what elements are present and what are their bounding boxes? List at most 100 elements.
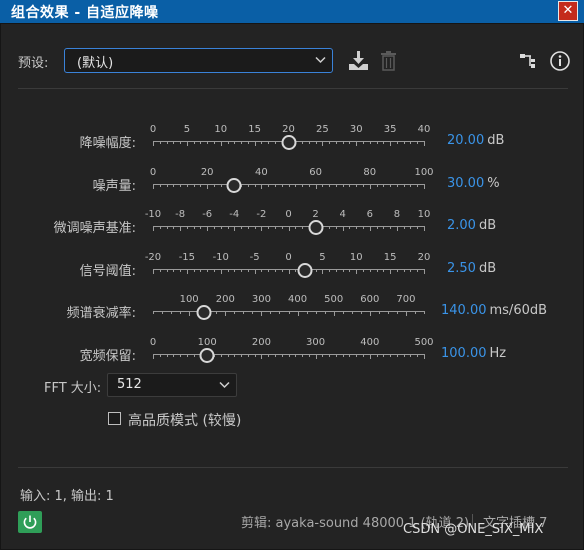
parameter-slider[interactable]: -20 -15 -10 -5 0 5 10 15 20 — [145, 253, 430, 278]
slider-tick — [334, 311, 335, 316]
slider-tick — [207, 226, 208, 231]
tick-label: 15 — [248, 124, 261, 135]
tick-label: 40 — [417, 124, 431, 135]
divider — [18, 467, 568, 468]
slider-tick — [268, 269, 269, 272]
slider-tick — [241, 269, 242, 272]
slider-tick — [397, 141, 398, 144]
slider-tick — [228, 354, 229, 357]
slider-value[interactable]: 20.00 dB — [447, 133, 504, 148]
tick-label: -8 — [175, 209, 186, 220]
slider-tick — [370, 269, 371, 272]
value-number[interactable]: 2.50 — [447, 261, 476, 276]
trash-icon[interactable] — [379, 50, 399, 72]
slider-tick — [397, 354, 398, 357]
slider-tick — [234, 354, 235, 357]
value-number[interactable]: 140.00 — [441, 303, 487, 318]
tick-label: 100 — [414, 167, 434, 178]
save-preset-icon[interactable] — [347, 50, 371, 72]
slider-tick — [270, 311, 271, 314]
slider-thumb[interactable] — [226, 178, 242, 193]
tick-label: 10 — [417, 209, 431, 220]
info-icon[interactable] — [549, 50, 571, 72]
tick-label: 5 — [183, 124, 191, 135]
slider-tick — [377, 226, 378, 229]
parameter-slider[interactable]: 100 200 300 400 500 600 700 — [153, 294, 425, 320]
tick-label: 200 — [215, 294, 235, 305]
slider-value[interactable]: 2.00 dB — [447, 218, 496, 233]
slider-tick — [390, 226, 391, 229]
slider-tick — [248, 269, 249, 272]
slider-value[interactable]: 140.00 ms/60dB — [441, 303, 547, 318]
value-number[interactable]: 100.00 — [441, 346, 487, 361]
slider-tick — [268, 184, 269, 187]
slider-tick — [363, 184, 364, 187]
slider-tick — [356, 354, 357, 357]
value-number[interactable]: 30.00 — [447, 176, 484, 191]
slider-value[interactable]: 100.00 Hz — [441, 346, 506, 361]
slider-tick — [194, 269, 195, 272]
slider-thumb[interactable] — [199, 348, 215, 363]
slider-tick — [275, 269, 276, 272]
value-number[interactable]: 20.00 — [447, 133, 484, 148]
routing-icon[interactable] — [518, 51, 538, 71]
slider-value[interactable]: 30.00% — [447, 176, 500, 191]
slider-tick — [383, 226, 384, 229]
slider-tick — [282, 226, 283, 229]
slider-tick — [167, 184, 168, 187]
tick-label: 25 — [316, 124, 329, 135]
slider-tick — [261, 311, 262, 316]
tick-label: 700 — [396, 294, 416, 305]
tick-label: -6 — [202, 209, 213, 220]
slider-tick — [207, 184, 208, 189]
slider-tick — [255, 269, 256, 274]
slider-tick — [383, 141, 384, 144]
high-quality-checkbox[interactable] — [108, 412, 121, 425]
parameter-slider[interactable]: 0 20 40 60 80 100 — [150, 167, 434, 193]
slider-tick — [200, 184, 201, 187]
preset-dropdown[interactable]: (默认) — [64, 48, 333, 73]
slider-tick — [352, 311, 353, 314]
slider-tick — [316, 311, 317, 314]
slider-tick — [390, 141, 391, 146]
tick-label: 60 — [309, 167, 322, 178]
parameter-slider[interactable]: 0 5 10 15 20 25 30 35 40 — [150, 124, 430, 150]
slider-tick — [214, 269, 215, 272]
slider-tick — [377, 141, 378, 144]
slider-tick — [370, 311, 371, 316]
slider-tick — [275, 184, 276, 187]
slider-tick — [261, 269, 262, 272]
slider-value[interactable]: 2.50 dB — [447, 261, 496, 276]
slider-thumb[interactable] — [196, 305, 212, 320]
power-icon — [23, 515, 37, 529]
value-number[interactable]: 2.00 — [447, 218, 476, 233]
slider-tick — [255, 141, 256, 146]
slider-thumb[interactable] — [297, 263, 313, 278]
slider-tick — [279, 311, 280, 314]
slider-tick — [379, 311, 380, 314]
slider-tick — [349, 184, 350, 187]
slider-tick — [255, 226, 256, 229]
slider-tick — [397, 269, 398, 272]
slider-tick — [268, 354, 269, 357]
slider-thumb[interactable] — [308, 220, 324, 235]
slider-label: 噪声量: — [92, 179, 136, 194]
slider-tick — [343, 226, 344, 231]
chevron-down-icon — [219, 381, 230, 389]
parameter-slider[interactable]: -10 -8 -6 -4 -2 0 2 4 6 8 10 — [145, 209, 430, 235]
parameter-slider[interactable]: 0 100 200 300 400 500 — [150, 338, 434, 363]
high-quality-label[interactable]: 高品质模式 (较慢) — [128, 410, 241, 430]
power-toggle-button[interactable] — [18, 511, 42, 533]
slider-tick — [282, 269, 283, 272]
fft-size-dropdown[interactable]: 512 — [107, 373, 237, 397]
slider-tick — [295, 226, 296, 229]
slider-tick — [282, 354, 283, 357]
slider-tick — [162, 311, 163, 314]
slider-tick — [363, 141, 364, 144]
slider-tick — [153, 141, 154, 146]
slider-tick — [234, 141, 235, 144]
slider-tick — [383, 184, 384, 187]
slider-tick — [390, 184, 391, 187]
close-button[interactable]: ✕ — [558, 1, 578, 21]
slider-thumb[interactable] — [281, 135, 296, 150]
